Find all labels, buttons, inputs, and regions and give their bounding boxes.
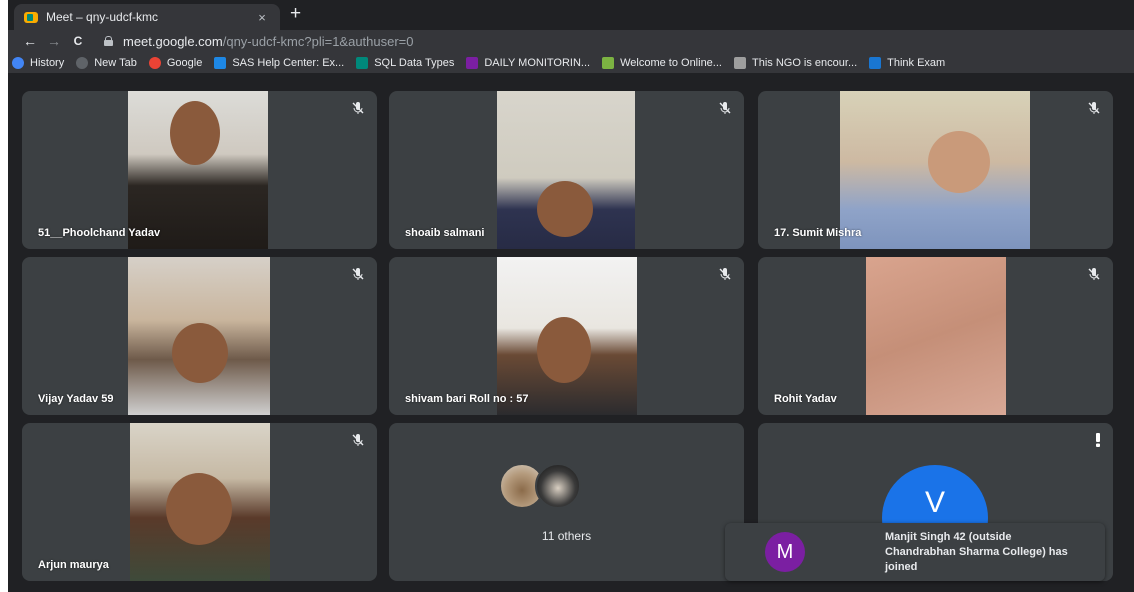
participant-tile[interactable]: 17. Sumit Mishra <box>758 91 1113 249</box>
participant-video <box>840 91 1030 249</box>
tab-meet[interactable]: Meet – qny-udcf-kmc × <box>14 4 280 30</box>
bookmark-item[interactable]: History <box>12 56 65 69</box>
participant-name: shivam bari Roll no : 57 <box>405 393 529 405</box>
participant-video <box>866 257 1006 415</box>
close-tab-icon[interactable]: × <box>254 10 270 25</box>
sql-icon <box>356 56 369 69</box>
google-icon <box>148 56 161 69</box>
url-host: meet.google.com <box>123 33 223 49</box>
bookmark-item[interactable]: Google <box>148 56 203 69</box>
mic-off-icon <box>352 268 364 280</box>
notification-text: Manjit Singh 42 (outside Chandrabhan Sha… <box>885 531 1068 573</box>
browser-toolbar: ← → C meet.google.com /qny-udcf-kmc?pli=… <box>8 30 1134 52</box>
bookmark-label: Think Exam <box>887 56 946 69</box>
participant-video <box>128 91 268 249</box>
bookmark-label: SAS Help Center: Ex... <box>232 56 345 69</box>
participant-face <box>172 323 228 383</box>
address-bar[interactable]: meet.google.com /qny-udcf-kmc?pli=1&auth… <box>104 32 414 50</box>
mic-off-icon <box>1088 102 1100 114</box>
participant-tile[interactable]: Arjun maurya <box>22 423 377 581</box>
mic-off-icon <box>352 102 364 114</box>
participant-name: Arjun maurya <box>38 559 109 571</box>
url-path: /qny-udcf-kmc?pli=1&authuser=0 <box>222 33 414 49</box>
participant-tile[interactable]: Rohit Yadav <box>758 257 1113 415</box>
bookmark-item[interactable]: New Tab <box>76 56 137 69</box>
sheet-icon <box>466 56 479 69</box>
lock-icon[interactable] <box>104 36 113 46</box>
others-avatars <box>499 463 639 509</box>
join-notification[interactable]: M Manjit Singh 42 (outside Chandrabhan S… <box>725 523 1105 581</box>
alert-icon <box>1096 433 1100 447</box>
mic-off-icon <box>1088 268 1100 280</box>
tab-title: Meet – qny-udcf-kmc <box>46 10 159 24</box>
avatar <box>535 463 581 509</box>
others-tile[interactable]: 11 others <box>389 423 744 581</box>
participant-name: Vijay Yadav 59 <box>38 393 114 405</box>
back-button[interactable]: ← <box>18 32 42 50</box>
bookmark-label: SQL Data Types <box>374 56 455 69</box>
participant-video <box>130 423 270 581</box>
bookmark-label: New Tab <box>94 56 137 69</box>
participant-video <box>128 257 270 415</box>
bookmark-label: DAILY MONITORIN... <box>484 56 591 69</box>
puzzle-icon <box>869 56 882 69</box>
bookmark-item[interactable]: DAILY MONITORIN... <box>466 56 591 69</box>
participant-tile[interactable]: shivam bari Roll no : 57 <box>389 257 744 415</box>
bookmark-label: Google <box>166 56 203 69</box>
bookmark-label: This NGO is encour... <box>751 56 858 69</box>
leaf-icon <box>602 56 615 69</box>
bookmark-label: History <box>30 56 65 69</box>
participant-face <box>166 473 232 545</box>
participant-face <box>170 101 220 165</box>
participant-tile[interactable]: Vijay Yadav 59 <box>22 257 377 415</box>
bookmark-label: Welcome to Online... <box>620 56 722 69</box>
participant-tile[interactable]: shoaib salmani <box>389 91 744 249</box>
others-count-label: 11 others <box>541 529 592 543</box>
bookmark-item[interactable]: This NGO is encour... <box>733 56 858 69</box>
bookmark-item[interactable]: SQL Data Types <box>356 56 455 69</box>
participant-name: 17. Sumit Mishra <box>774 227 862 239</box>
meet-favicon-icon <box>24 11 38 23</box>
participant-name: Rohit Yadav <box>774 393 837 405</box>
meet-grid: 51__Phoolchand Yadav shoaib salmani 17. … <box>8 74 1134 592</box>
new-tab-button[interactable]: + <box>290 4 301 24</box>
participant-face <box>928 131 990 193</box>
participant-name: shoaib salmani <box>405 227 485 239</box>
globe-icon <box>76 56 89 69</box>
dna-icon <box>733 56 746 69</box>
participant-name: 51__Phoolchand Yadav <box>38 227 161 239</box>
history-icon <box>12 56 24 69</box>
forward-button[interactable]: → <box>42 32 66 50</box>
bookmarks-bar: History New Tab Google SAS Help Center: Ex.… <box>8 52 1134 74</box>
reload-button[interactable]: C <box>66 32 90 50</box>
bookmark-item[interactable]: Welcome to Online... <box>602 56 722 69</box>
mic-off-icon <box>719 268 731 280</box>
sas-icon <box>214 56 227 69</box>
participant-tile[interactable]: 51__Phoolchand Yadav <box>22 91 377 249</box>
participant-video <box>497 91 635 249</box>
participant-video <box>497 257 637 415</box>
participant-face <box>537 181 593 237</box>
bookmark-item[interactable]: SAS Help Center: Ex... <box>214 56 345 69</box>
participant-face <box>537 317 591 383</box>
mic-off-icon <box>352 434 364 446</box>
mic-off-icon <box>719 102 731 114</box>
bookmark-item[interactable]: Think Exam <box>869 56 946 69</box>
tab-strip: Meet – qny-udcf-kmc × + <box>8 0 1134 30</box>
avatar: M <box>765 532 805 572</box>
